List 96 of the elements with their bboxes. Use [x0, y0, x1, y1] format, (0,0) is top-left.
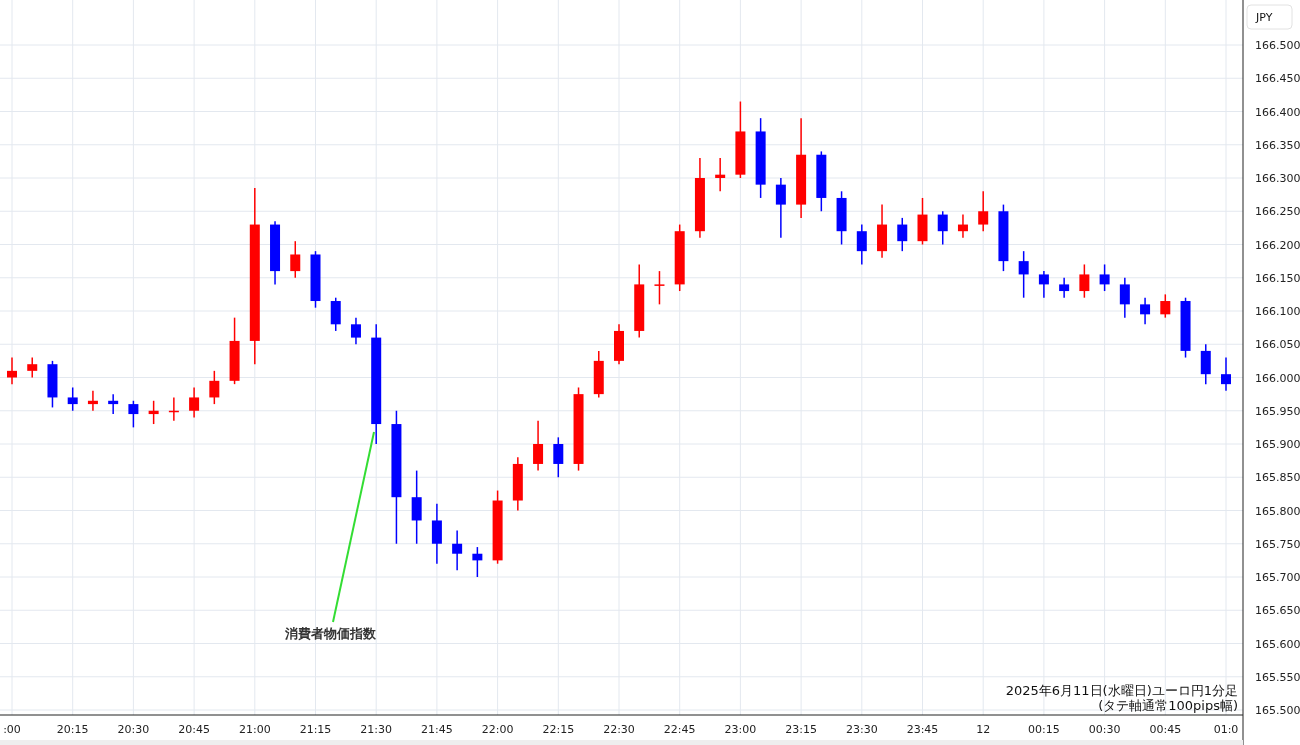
x-axis-label: 22:00: [481, 723, 514, 736]
candle: [614, 323, 624, 365]
x-axis-label: 23:00: [724, 723, 757, 736]
candle: [431, 503, 442, 565]
candle: [816, 150, 827, 212]
y-axis-label: 165.700: [1255, 571, 1300, 584]
x-axis-label: 20:45: [178, 723, 210, 736]
y-axis-label: 166.250: [1255, 205, 1300, 219]
candle: [978, 190, 989, 232]
y-axis-label: 165.500: [1255, 704, 1300, 717]
candle: [674, 223, 685, 292]
candle: [1221, 356, 1231, 392]
y-axis-label: 166.100: [1255, 305, 1300, 318]
candle: [957, 213, 968, 239]
x-axis-label: 00:15: [1028, 723, 1060, 736]
x-axis-label: 22:45: [663, 723, 696, 736]
candle: [452, 529, 463, 572]
y-axis-label: 166.300: [1255, 172, 1300, 185]
candle: [533, 420, 544, 472]
candle: [998, 203, 1009, 272]
candle: [897, 217, 908, 252]
candle: [47, 360, 58, 409]
y-axis-label: 166.500: [1255, 39, 1300, 52]
candle: [330, 296, 341, 332]
y-axis-label: 165.950: [1255, 404, 1300, 418]
x-axis-label: :00: [3, 723, 21, 736]
x-axis-label: 20:30: [117, 723, 150, 736]
y-axis-label: 165.650: [1255, 604, 1300, 618]
candle: [877, 203, 888, 259]
x-axis-label: 23:15: [785, 723, 817, 736]
candle: [1200, 343, 1211, 385]
x-axis-label: 21:30: [360, 723, 393, 736]
y-axis-label: 166.400: [1255, 105, 1300, 119]
candle: [937, 210, 948, 246]
candle: [1079, 263, 1090, 299]
candle: [108, 393, 119, 415]
candle: [917, 197, 928, 246]
x-axis-label: 21:00: [238, 723, 271, 736]
y-axis-label: 166.200: [1255, 238, 1300, 252]
y-axis-label: 166.350: [1255, 138, 1300, 152]
x-axis-label: 22:30: [603, 723, 635, 736]
candle: [270, 220, 281, 286]
candle: [168, 396, 179, 422]
candle: [1018, 250, 1029, 299]
x-axis-label: 00:45: [1149, 723, 1182, 736]
candle: [775, 177, 786, 239]
candle: [128, 400, 139, 429]
x-axis-label: 12: [976, 723, 991, 736]
candle: [715, 157, 726, 193]
candle: [148, 400, 159, 425]
candle: [67, 386, 78, 412]
candle: [1140, 296, 1151, 326]
candle: [209, 370, 220, 405]
x-axis-label: 23:45: [906, 723, 939, 736]
candle: [87, 390, 98, 412]
candle: [836, 190, 847, 246]
candle: [189, 386, 200, 419]
candle: [654, 270, 665, 306]
candle: [1099, 263, 1110, 292]
candle: [1119, 277, 1130, 319]
y-axis-label: 166.000: [1255, 371, 1300, 385]
y-axis-label: 166.150: [1255, 271, 1300, 285]
candle: [1059, 277, 1070, 299]
candle: [472, 546, 483, 578]
currency-button[interactable]: JPY: [1246, 4, 1293, 30]
x-axis-label: 23:30: [845, 723, 878, 736]
candle: [350, 316, 361, 345]
candle: [27, 356, 38, 379]
candle: [1180, 296, 1191, 359]
candle: [310, 250, 321, 309]
candle: [229, 316, 240, 385]
y-axis-label: 165.800: [1255, 504, 1300, 518]
x-axis-label: 01:0: [1213, 723, 1239, 736]
y-axis-label: 165.750: [1255, 537, 1300, 551]
candle: [553, 436, 564, 478]
candle: [512, 456, 523, 512]
y-axis-label: 166.050: [1255, 338, 1300, 352]
x-axis-label: 20:15: [56, 723, 89, 736]
y-axis-label: 165.600: [1255, 637, 1300, 651]
chart-caption: (タテ軸通常100pips幅): [1098, 698, 1238, 713]
candle: [1038, 270, 1049, 299]
candle: [290, 240, 301, 279]
candle: [593, 350, 604, 399]
y-axis-label: 165.900: [1255, 438, 1300, 451]
y-axis-label: 165.550: [1255, 670, 1300, 684]
y-axis-label: 166.450: [1255, 72, 1300, 86]
y-axis-label: 165.850: [1255, 471, 1300, 485]
x-axis-label: 21:45: [421, 723, 453, 736]
candle: [7, 356, 17, 385]
chart-caption: 2025年6月11日(水曜日)ユーロ円1分足: [1005, 683, 1238, 698]
x-axis-label: 21:15: [299, 723, 332, 736]
candle: [856, 223, 867, 266]
candle: [1160, 293, 1171, 319]
x-axis-label: 22:15: [542, 723, 575, 736]
annotation-label: 消費者物価指数: [284, 626, 376, 641]
x-axis-label: 00:30: [1088, 723, 1121, 736]
